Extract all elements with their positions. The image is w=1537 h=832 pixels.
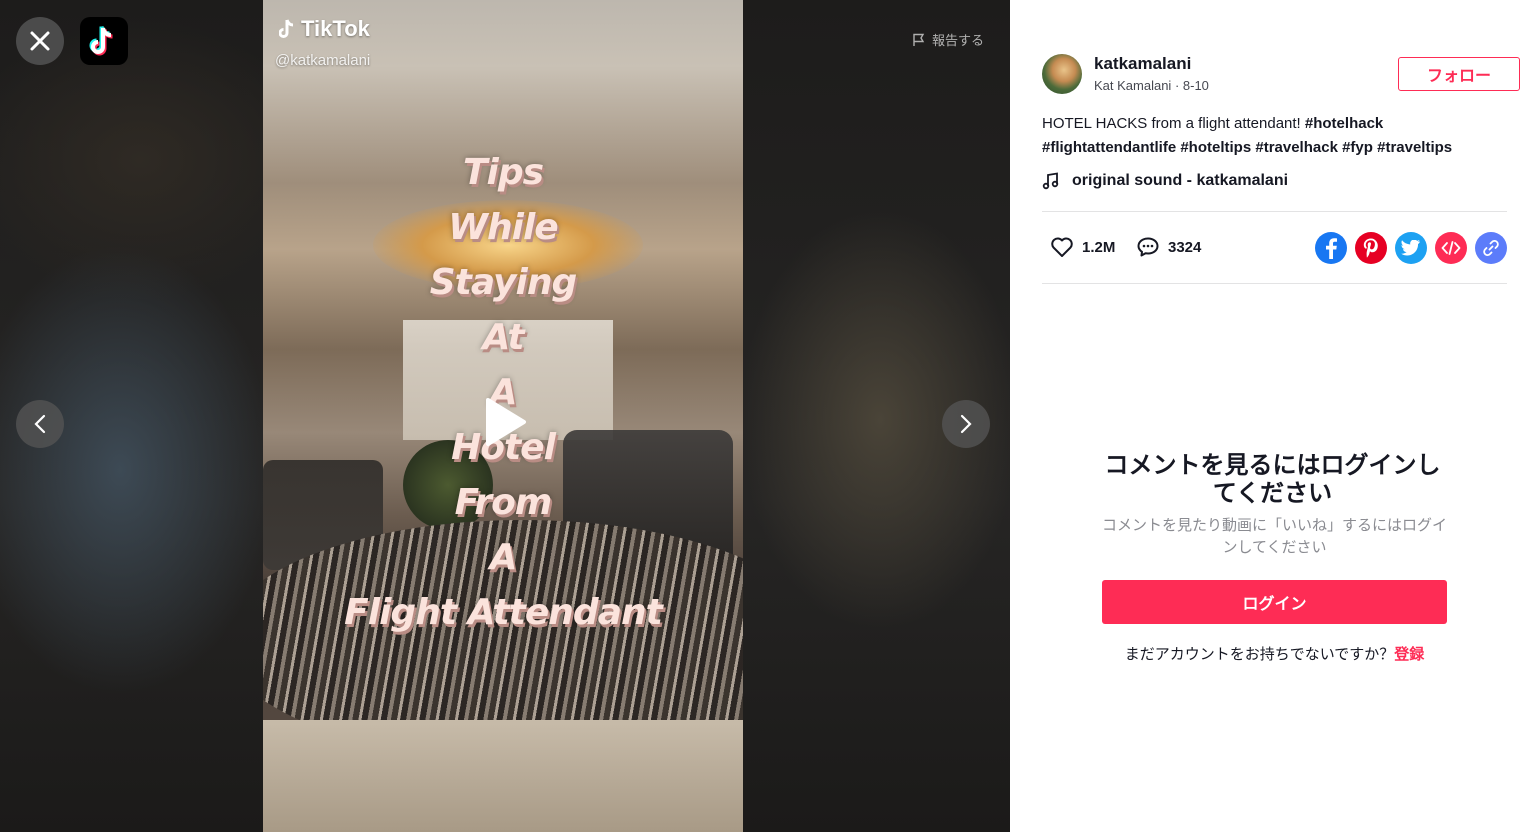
- tiktok-logo-icon: [279, 19, 294, 38]
- play-icon[interactable]: [484, 396, 528, 448]
- video-player[interactable]: TikTok @katkamalani Tips While Staying A…: [263, 0, 743, 832]
- scene-floor: [263, 720, 743, 832]
- comment-button[interactable]: 3324: [1136, 236, 1201, 258]
- login-button[interactable]: ログイン: [1102, 580, 1447, 624]
- previous-video-button[interactable]: [16, 400, 64, 448]
- overlay-text-line: Tips: [462, 152, 544, 193]
- share-embed-button[interactable]: [1435, 232, 1467, 264]
- hashtag-link[interactable]: #traveltips: [1377, 139, 1452, 156]
- facebook-icon: [1326, 238, 1337, 259]
- report-button[interactable]: 報告する: [912, 30, 984, 49]
- comment-icon: [1137, 237, 1159, 257]
- video-caption: HOTEL HACKS from a flight attendant! #ho…: [1042, 112, 1502, 160]
- music-title: original sound - katkamalani: [1072, 172, 1289, 189]
- avatar[interactable]: [1042, 54, 1082, 94]
- overlay-text-line: From: [454, 482, 553, 523]
- hashtag-link[interactable]: #travelhack: [1255, 139, 1338, 156]
- next-video-button[interactable]: [942, 400, 990, 448]
- login-prompt-title: コメントを見るにはログインしてください: [1104, 452, 1441, 507]
- hashtag-link[interactable]: #hotelhack: [1305, 115, 1383, 132]
- overlay-text-line: Staying: [429, 262, 578, 303]
- overlay-text-line: While: [448, 207, 558, 248]
- share-pinterest-button[interactable]: [1355, 232, 1387, 264]
- login-prompt-subtitle: コメントを見たり動画に「いいね」するにはログインしてください: [1102, 517, 1448, 556]
- video-brand-text: TikTok: [301, 16, 370, 41]
- close-icon: [30, 31, 50, 51]
- embed-icon: [1441, 241, 1461, 255]
- share-facebook-button[interactable]: [1315, 232, 1347, 264]
- video-watermark: TikTok: [279, 16, 370, 42]
- signup-link[interactable]: 登録: [1394, 646, 1424, 663]
- author-username[interactable]: katkamalani: [1094, 54, 1191, 74]
- divider: [1042, 211, 1507, 212]
- share-twitter-button[interactable]: [1395, 232, 1427, 264]
- hashtag-link[interactable]: #flightattendantlife: [1042, 139, 1176, 156]
- author-subinfo: Kat Kamalani · 8-10: [1094, 78, 1209, 93]
- pinterest-icon: [1363, 238, 1378, 258]
- flag-icon: [913, 33, 925, 46]
- hashtag-link[interactable]: #fyp: [1342, 139, 1373, 156]
- overlay-text-line: Flight Attendant: [344, 592, 663, 633]
- post-date: 8-10: [1182, 78, 1209, 93]
- report-label: 報告する: [932, 33, 985, 48]
- video-viewer: TikTok @katkamalani Tips While Staying A…: [0, 0, 1010, 832]
- twitter-icon: [1401, 240, 1421, 256]
- divider: [1042, 283, 1507, 284]
- signup-prompt: まだアカウントをお持ちでないですか？登録: [1102, 643, 1447, 664]
- hashtag-link[interactable]: #hoteltips: [1180, 139, 1251, 156]
- music-link[interactable]: original sound - katkamalani: [1042, 172, 1288, 190]
- comment-count: 3324: [1168, 238, 1202, 256]
- subinfo-separator: ·: [1171, 78, 1183, 93]
- like-button[interactable]: 1.2M: [1050, 236, 1115, 258]
- follow-button[interactable]: フォロー: [1398, 57, 1520, 91]
- heart-icon: [1051, 237, 1073, 257]
- details-panel: katkamalani Kat Kamalani · 8-10 フォロー HOT…: [1010, 0, 1537, 832]
- copy-link-button[interactable]: [1475, 232, 1507, 264]
- video-handle: @katkamalani: [275, 52, 371, 69]
- music-note-icon: [1042, 172, 1059, 190]
- signup-prompt-text: まだアカウントをお持ちでないですか？: [1124, 646, 1395, 663]
- tiktok-home-button[interactable]: [80, 17, 128, 65]
- caption-text: HOTEL HACKS from a flight attendant!: [1042, 115, 1305, 132]
- link-icon: [1483, 240, 1499, 256]
- close-button[interactable]: [16, 17, 64, 65]
- chevron-left-icon: [34, 414, 46, 434]
- chevron-right-icon: [960, 414, 972, 434]
- overlay-text-line: At: [482, 317, 524, 358]
- tiktok-logo-icon: [89, 25, 113, 56]
- author-display-name: Kat Kamalani: [1094, 78, 1172, 93]
- like-count: 1.2M: [1082, 238, 1116, 256]
- overlay-text-line: A: [489, 537, 518, 578]
